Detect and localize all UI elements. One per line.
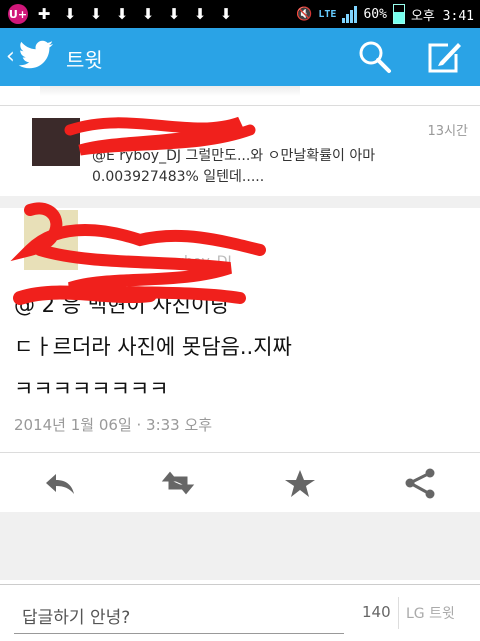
download-icon: ⬇ (141, 5, 155, 23)
tweet-text: @E ryboy_DJ 그럴만도...와 ㅇ만날확률이 아마 0.0039274… (92, 146, 462, 188)
network-type: LTE (318, 8, 337, 20)
divider (0, 452, 480, 453)
reply-bar: 답글하기 안녕? 140 LG 트윗 (0, 584, 480, 641)
tweet-text-line: @E ryboy_DJ 그럴만도...와 ㅇ만날확률이 아마 (92, 148, 376, 164)
char-count: 140 (362, 603, 391, 621)
clock: 오후 3:41 (410, 8, 474, 24)
tweet-timestamp: 2014년 1월 06일 · 3:33 오후 (14, 416, 213, 434)
status-bar: U+ ✚ ⬇ ⬇ ⬇ ⬇ ⬇ ⬇ ⬇ 🔇 LTE 60% 오후 3:41 (0, 0, 480, 28)
favorite-icon[interactable] (282, 466, 318, 500)
app-bar: ‹ 트윗 (0, 28, 480, 86)
tweet-actions (0, 454, 480, 512)
page-title: 트윗 (66, 48, 103, 72)
mute-icon: 🔇 (296, 6, 313, 22)
back-chevron-icon[interactable]: ‹ (6, 44, 15, 69)
signal-icon (342, 5, 358, 23)
twitter-bird-icon[interactable] (18, 40, 54, 70)
compose-icon[interactable] (426, 40, 462, 74)
tweet-button[interactable]: LG 트윗 (406, 603, 455, 623)
download-icon: ⬇ (193, 5, 207, 23)
avatar[interactable] (24, 210, 78, 270)
download-icon: ⬇ (167, 5, 181, 23)
system-indicators: 🔇 LTE 60% 오후 3:41 (296, 4, 474, 24)
download-icon: ⬇ (63, 5, 77, 23)
tweet-body-line: ㅋㅋㅋㅋㅋㅋㅋㅋ (14, 377, 169, 401)
download-icon: ⬇ (115, 5, 129, 23)
previous-tweet[interactable]: 13시간 @E ryboy_DJ 그럴만도...와 ㅇ만날확률이 아마 0.00… (0, 106, 480, 196)
user-handle[interactable]: ryboy_DJ (170, 254, 232, 270)
search-icon[interactable] (358, 40, 392, 74)
uplus-icon: U+ (8, 4, 28, 24)
plus-notification-icon: ✚ (37, 5, 51, 23)
tweet-body-line: ㄷㅏ르더라 사진에 못담음..지짜 (14, 335, 292, 359)
separator (0, 196, 480, 208)
empty-area (0, 512, 480, 580)
tweet-body-line: @ 2 응 백현이 사진이랑 (14, 293, 230, 317)
reply-input[interactable]: 답글하기 안녕? (22, 603, 130, 628)
scrolled-tweet-fragment (40, 86, 300, 96)
retweet-icon[interactable] (160, 466, 196, 500)
tweet-body: @ 2 응 백현이 사진이랑 ㄷㅏ르더라 사진에 못담음..지짜 ㅋㅋㅋㅋㅋㅋㅋ… (14, 284, 454, 410)
reply-icon[interactable] (42, 466, 78, 500)
download-icon: ⬇ (89, 5, 103, 23)
notification-icons: U+ ✚ ⬇ ⬇ ⬇ ⬇ ⬇ ⬇ ⬇ (8, 4, 236, 24)
divider (398, 597, 399, 629)
battery-icon (392, 4, 405, 24)
input-underline (14, 633, 344, 634)
download-icon: ⬇ (219, 5, 233, 23)
tweet-text-line: 0.003927483% 일텐데..... (92, 169, 265, 185)
tweet-time: 13시간 (427, 124, 468, 139)
battery-percent: 60% (363, 6, 387, 22)
share-icon[interactable] (402, 466, 438, 500)
avatar[interactable] (32, 118, 80, 166)
